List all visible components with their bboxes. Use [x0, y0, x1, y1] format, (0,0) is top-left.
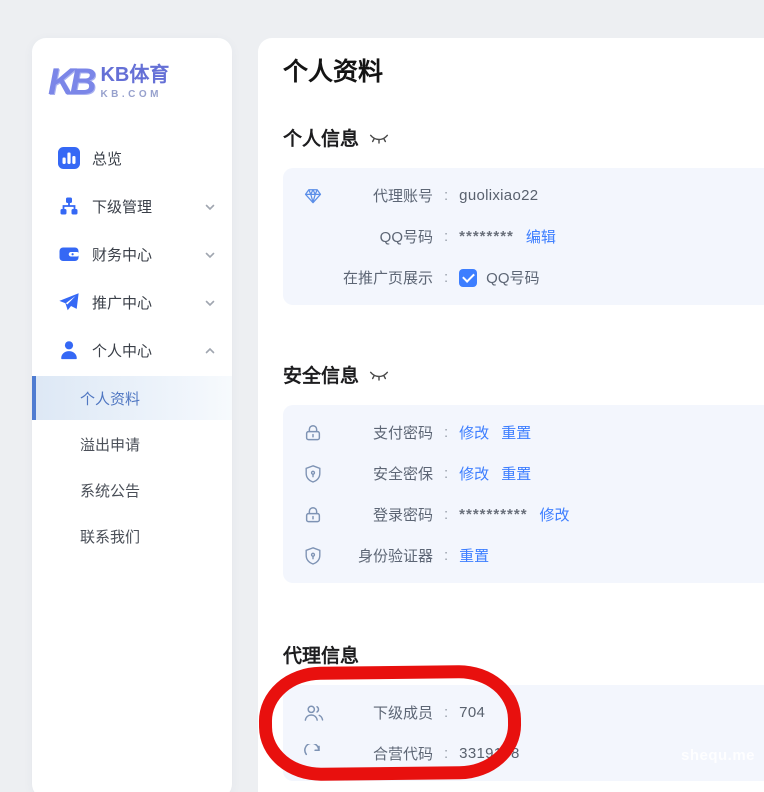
row-label: QQ号码	[339, 226, 433, 247]
qq-display-checkbox[interactable]	[459, 269, 477, 287]
sidebar-item-label: 个人中心	[92, 340, 204, 361]
sidebar-subitem-overflow-application[interactable]: 溢出申请	[32, 422, 232, 466]
lock-icon	[303, 423, 325, 443]
sidebar-item-overview[interactable]: 总览	[32, 134, 232, 182]
row-label: 代理账号	[339, 185, 433, 206]
agent-info-section-header: 代理信息	[283, 641, 764, 668]
chevron-down-icon	[204, 248, 216, 260]
section-title: 代理信息	[283, 641, 359, 668]
login-password-row: 登录密码 : ********** 修改	[303, 494, 754, 535]
authenticator-reset-link[interactable]: 重置	[459, 545, 489, 566]
sidebar-item-label: 总览	[92, 148, 216, 169]
row-label: 安全密保	[339, 463, 433, 484]
sidebar-item-promotion-center[interactable]: 推广中心	[32, 278, 232, 326]
hide-eye-icon[interactable]	[369, 133, 389, 146]
checkbox-label: QQ号码	[486, 267, 539, 288]
page: KB KB体育 KB.COM 总览 下级管理	[0, 0, 764, 792]
security-question-reset-link[interactable]: 重置	[501, 463, 531, 484]
chevron-down-icon	[204, 296, 216, 308]
section-title: 安全信息	[283, 361, 359, 388]
sidebar-item-label: 财务中心	[92, 244, 204, 265]
sidebar-subitem-contact-us[interactable]: 联系我们	[32, 514, 232, 558]
promo-page-display-row: 在推广页展示 : QQ号码	[303, 257, 754, 298]
login-password-masked-value: **********	[459, 506, 527, 523]
submenu-item-label: 溢出申请	[80, 434, 140, 455]
main-content: 个人资料 个人信息 代理账号 : guolixiao22 QQ号码 : ****…	[258, 38, 764, 792]
sidebar: KB KB体育 KB.COM 总览 下级管理	[32, 38, 232, 792]
refresh-icon	[303, 744, 325, 764]
section-title: 个人信息	[283, 124, 359, 151]
personal-info-section-header: 个人信息	[283, 124, 764, 151]
qq-number-row: QQ号码 : ******** 编辑	[303, 216, 754, 257]
shield-icon	[303, 464, 325, 484]
logo-subtitle: KB.COM	[100, 89, 169, 100]
kb-logo-icon: KB	[48, 61, 100, 103]
org-tree-icon	[58, 195, 80, 217]
security-question-modify-link[interactable]: 修改	[459, 463, 489, 484]
row-label: 合营代码	[339, 743, 433, 764]
security-info-section-header: 安全信息	[283, 361, 764, 388]
paper-plane-icon	[58, 291, 80, 313]
payment-password-modify-link[interactable]: 修改	[459, 422, 489, 443]
qq-edit-link[interactable]: 编辑	[526, 226, 556, 247]
subordinate-members-row: 下级成员 : 704	[303, 692, 754, 733]
chevron-down-icon	[204, 200, 216, 212]
personal-info-card: 代理账号 : guolixiao22 QQ号码 : ******** 编辑 在推…	[283, 168, 764, 305]
sidebar-item-personal-center[interactable]: 个人中心	[32, 326, 232, 374]
submenu-item-label: 个人资料	[80, 388, 140, 409]
authenticator-row: 身份验证器 : 重置	[303, 535, 754, 576]
person-icon	[58, 339, 80, 361]
agent-account-value: guolixiao22	[459, 187, 538, 204]
row-label: 在推广页展示	[339, 267, 433, 288]
login-password-modify-link[interactable]: 修改	[540, 504, 570, 525]
security-info-card: 支付密码 : 修改 重置 安全密保 : 修改 重置 登录密码 : *	[283, 405, 764, 583]
bar-chart-icon	[58, 147, 80, 169]
agent-info-card: 下级成员 : 704 合营代码 : 3319198	[283, 685, 764, 781]
payment-password-row: 支付密码 : 修改 重置	[303, 412, 754, 453]
row-label: 下级成员	[339, 702, 433, 723]
shield-icon	[303, 546, 325, 566]
row-label: 登录密码	[339, 504, 433, 525]
sidebar-subitem-profile[interactable]: 个人资料	[32, 376, 232, 420]
security-question-row: 安全密保 : 修改 重置	[303, 453, 754, 494]
sidebar-item-subordinate-management[interactable]: 下级管理	[32, 182, 232, 230]
sidebar-item-label: 下级管理	[92, 196, 204, 217]
subordinate-members-value: 704	[459, 704, 485, 721]
sidebar-item-finance-center[interactable]: 财务中心	[32, 230, 232, 278]
chevron-up-icon	[204, 344, 216, 356]
sidebar-menu: 总览 下级管理 财务中心	[32, 134, 232, 558]
affiliate-code-row: 合营代码 : 3319198	[303, 733, 754, 774]
logo: KB KB体育 KB.COM	[48, 56, 232, 108]
lock-icon	[303, 505, 325, 525]
submenu-item-label: 系统公告	[80, 480, 140, 501]
row-label: 支付密码	[339, 422, 433, 443]
affiliate-code-value: 3319198	[459, 745, 520, 762]
hide-eye-icon[interactable]	[369, 370, 389, 383]
logo-title: KB体育	[100, 64, 169, 86]
submenu-item-label: 联系我们	[80, 526, 140, 547]
sidebar-subitem-system-announcement[interactable]: 系统公告	[32, 468, 232, 512]
page-title: 个人资料	[283, 58, 764, 86]
sidebar-item-label: 推广中心	[92, 292, 204, 313]
qq-number-masked-value: ********	[459, 228, 514, 245]
wallet-icon	[58, 243, 80, 265]
payment-password-reset-link[interactable]: 重置	[501, 422, 531, 443]
people-icon	[303, 703, 325, 723]
row-label: 身份验证器	[339, 545, 433, 566]
agent-account-row: 代理账号 : guolixiao22	[303, 175, 754, 216]
gem-icon	[303, 186, 325, 206]
